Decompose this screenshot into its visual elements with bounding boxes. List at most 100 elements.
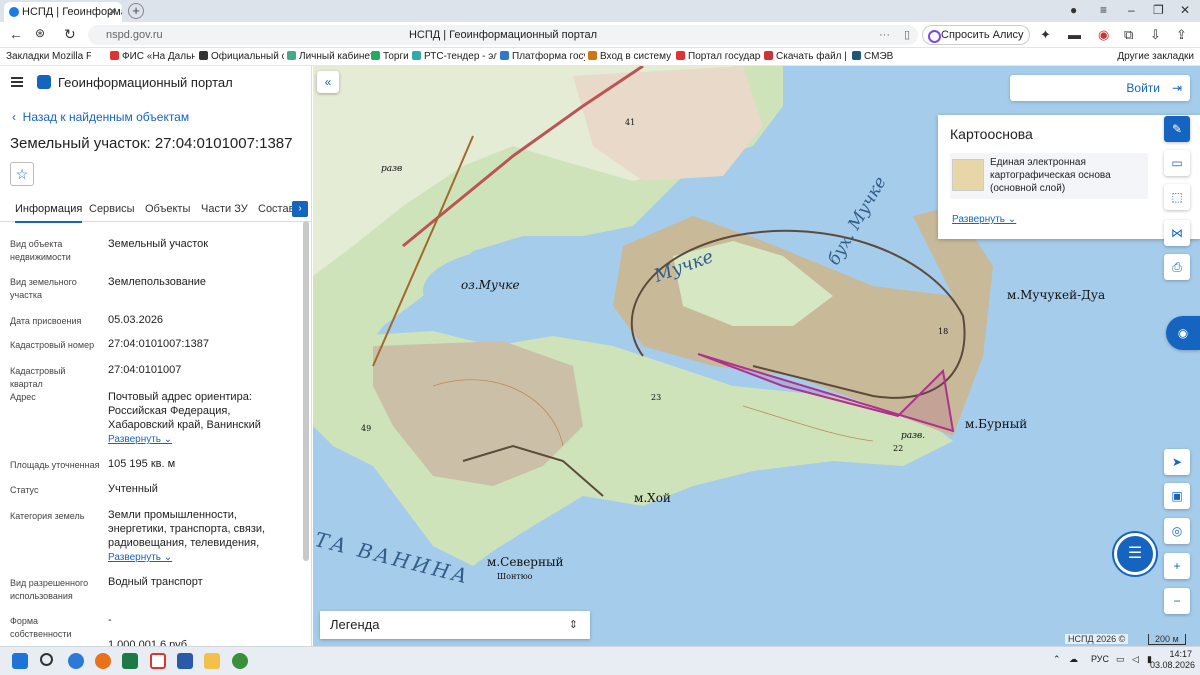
more-icon[interactable]: ··· bbox=[879, 25, 890, 45]
share-map-icon[interactable]: ⋈ bbox=[1164, 220, 1190, 246]
field-value: 105 195 кв. м bbox=[108, 458, 176, 470]
downloads-icon[interactable]: ⇩ bbox=[1150, 27, 1161, 43]
menu-icon[interactable]: ≡ bbox=[1100, 3, 1107, 17]
bookmark-favicon-icon bbox=[371, 51, 380, 60]
field-label: Кадастровый номер bbox=[10, 340, 95, 350]
bookmark-item[interactable]: Платформа госуд... bbox=[500, 51, 585, 62]
login-icon: ⇥ bbox=[1171, 81, 1182, 95]
clock-date[interactable]: 03.08.2026 bbox=[1150, 660, 1195, 670]
minimize-icon[interactable]: – bbox=[1128, 3, 1135, 17]
collapse-panel-button[interactable]: « bbox=[317, 71, 339, 93]
alisa-button[interactable]: Спросить Алису AI bbox=[922, 25, 1030, 59]
tray-weather-icon[interactable]: ☁ bbox=[1069, 654, 1078, 665]
new-tab-button[interactable]: + bbox=[128, 3, 144, 19]
field-value: 27:04:0101007 bbox=[108, 364, 182, 376]
close-window-icon[interactable]: ✕ bbox=[1180, 3, 1190, 17]
start-icon[interactable] bbox=[12, 653, 28, 669]
zoom-in-button[interactable]: + bbox=[1164, 553, 1190, 579]
tab-information[interactable]: Информация bbox=[15, 203, 83, 223]
map-number: 49 bbox=[361, 424, 372, 433]
minimap-icon[interactable]: ▣ bbox=[1164, 483, 1190, 509]
favorite-star-button[interactable]: ☆ bbox=[10, 162, 34, 186]
basemap-expand-link[interactable]: Развернуть ⌄ bbox=[952, 214, 1016, 225]
field-label: Площадь уточненная bbox=[10, 460, 100, 470]
search-icon[interactable] bbox=[40, 653, 53, 666]
bookmark-icon[interactable]: ▯ bbox=[904, 25, 910, 45]
bookmark-item[interactable]: Скачать файл | iL... bbox=[764, 51, 849, 62]
back-icon[interactable]: ← bbox=[9, 26, 23, 42]
bookmark-item[interactable]: Закладки Mozilla Fi... bbox=[6, 51, 91, 62]
map-canvas[interactable]: оз.Мучке Мучке бух. Мучке м.Мучукей-Дуа … bbox=[313, 66, 1200, 646]
yandex-browser-icon[interactable] bbox=[150, 653, 166, 669]
geolocation-icon[interactable]: ➤ bbox=[1164, 449, 1190, 475]
hamburger-menu-icon[interactable] bbox=[11, 77, 23, 87]
record-icon[interactable]: ◉ bbox=[1098, 27, 1109, 43]
compass-icon[interactable]: ◎ bbox=[1164, 518, 1190, 544]
tab-parts[interactable]: Части ЗУ bbox=[201, 203, 248, 215]
hat-icon[interactable]: ▬ bbox=[1068, 27, 1081, 42]
browser-tab[interactable]: НСПД | Геоинформаци... ✕ bbox=[4, 2, 122, 22]
share-icon[interactable]: ⇪ bbox=[1176, 27, 1187, 43]
bookmark-item[interactable]: Вход в систему –... bbox=[588, 51, 673, 62]
tab-composition[interactable]: Состав bbox=[258, 203, 294, 215]
legend-dropdown[interactable]: Легенда ⇕ bbox=[320, 611, 590, 639]
select-area-icon[interactable]: ⬚ bbox=[1164, 184, 1190, 210]
file-explorer-icon[interactable] bbox=[204, 653, 220, 669]
bookmark-item[interactable]: СМЭВ bbox=[852, 51, 893, 62]
extension-icon[interactable]: ⊛ bbox=[35, 26, 45, 40]
firefox-icon[interactable] bbox=[95, 653, 111, 669]
bookmark-item[interactable]: Торги bbox=[371, 51, 409, 62]
excel-icon[interactable] bbox=[122, 653, 138, 669]
tab-services[interactable]: Сервисы bbox=[89, 203, 135, 215]
expand-address-link[interactable]: Развернуть ⌄ bbox=[108, 434, 172, 445]
profile-icon[interactable]: ● bbox=[1070, 3, 1077, 17]
side-widget-icon[interactable]: ◉ bbox=[1166, 316, 1200, 350]
field-value: Земельный участок bbox=[108, 238, 209, 250]
login-button[interactable]: Войти ⇥ bbox=[1010, 75, 1190, 101]
basemap-layer-label: Единая электронная картографическая осно… bbox=[990, 157, 1111, 194]
layers-tool-icon[interactable]: ✎ bbox=[1164, 116, 1190, 142]
tab-objects[interactable]: Объекты bbox=[145, 203, 190, 215]
panel-scrollbar[interactable] bbox=[303, 221, 309, 561]
extension-puzzle-icon[interactable]: ✦ bbox=[1040, 27, 1051, 43]
language-indicator[interactable]: РУС bbox=[1091, 654, 1109, 664]
bookmark-item[interactable]: ФИС «На Дальне... bbox=[110, 51, 195, 62]
bookmark-item[interactable]: РТС-тендер - эле... bbox=[412, 51, 497, 62]
print-icon[interactable]: ⎙ bbox=[1164, 254, 1190, 280]
map-label-razv: разв bbox=[381, 164, 403, 174]
chat-assistant-button[interactable]: ☰ bbox=[1114, 533, 1156, 575]
map-label-cape-burny: м.Бурный bbox=[965, 417, 1028, 431]
url-field[interactable]: nspd.gov.ru НСПД | Геоинформационный пор… bbox=[88, 25, 918, 45]
clock-time[interactable]: 14:17 bbox=[1160, 649, 1192, 659]
close-tab-icon[interactable]: ✕ bbox=[108, 2, 117, 22]
back-to-results-link[interactable]: ‹ Назад к найденным объектам bbox=[12, 110, 189, 124]
bookmark-favicon-icon bbox=[500, 51, 509, 60]
edge-icon[interactable] bbox=[68, 653, 84, 669]
field-label: Статус bbox=[10, 485, 39, 495]
basemap-card: Картооснова Единая электронная картограф… bbox=[938, 115, 1200, 239]
chrome-icon[interactable] bbox=[232, 653, 248, 669]
other-bookmarks[interactable]: Другие закладки bbox=[1117, 51, 1194, 62]
map-label-razv2: разв. bbox=[901, 431, 926, 441]
tray-up-icon[interactable]: ⌃ bbox=[1053, 654, 1061, 665]
field-value: 05.03.2026 bbox=[108, 314, 164, 326]
bookmark-item[interactable]: Официальный са... bbox=[199, 51, 284, 62]
bookmark-favicon-icon bbox=[412, 51, 421, 60]
maximize-icon[interactable]: ❐ bbox=[1153, 3, 1164, 17]
map-label-cape-muchukey: м.Мучукей-Дуа bbox=[1007, 288, 1106, 302]
object-info-panel: Геоинформационный портал ‹ Назад к найде… bbox=[0, 66, 312, 646]
measure-ruler-icon[interactable]: ▭ bbox=[1164, 150, 1190, 176]
expand-category-link[interactable]: Развернуть ⌄ bbox=[108, 552, 172, 563]
tabs-scroll-right-icon[interactable]: › bbox=[292, 201, 308, 217]
field-label: Вид земельного участка bbox=[10, 277, 77, 300]
reload-icon[interactable]: ↻ bbox=[64, 26, 76, 43]
basemap-layer-item[interactable]: Единая электронная картографическая осно… bbox=[950, 153, 1148, 199]
bookmark-item[interactable]: Портал государс... bbox=[676, 51, 761, 62]
bookmark-item[interactable]: Личный кабинет bbox=[287, 51, 372, 62]
network-icon[interactable]: ▭ bbox=[1116, 654, 1125, 665]
volume-icon[interactable]: ◁ bbox=[1132, 654, 1139, 665]
extensions-icon[interactable]: ⧉ bbox=[1124, 27, 1133, 43]
word-icon[interactable] bbox=[177, 653, 193, 669]
zoom-out-button[interactable]: − bbox=[1164, 588, 1190, 614]
field-label: Категория земель bbox=[10, 511, 85, 521]
